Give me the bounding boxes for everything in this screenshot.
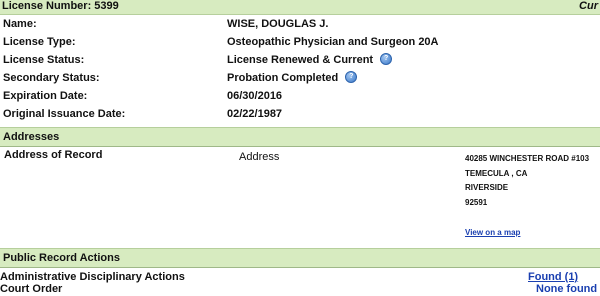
address-zip: 92591 [465,198,488,207]
detail-row-name: Name: WISE, DOUGLAS J. [0,15,600,33]
detail-label: Name: [3,18,37,30]
section-title: Addresses [3,131,60,143]
license-number: License Number: 5399 [2,0,119,12]
detail-value: WISE, DOUGLAS J. [227,18,329,30]
detail-value: Probation Completed [227,72,339,84]
detail-row-license-status: License Status: License Renewed & Curren… [0,51,600,69]
none-found-text: None found [536,283,598,295]
address-record-label: Address of Record [4,149,103,161]
action-label-court-order: Court Order [0,283,63,295]
detail-row-secondary-status: Secondary Status: Probation Completed? [0,69,600,87]
detail-value: Osteopathic Physician and Surgeon 20A [227,36,439,48]
address-type-label: Address [239,151,280,163]
help-question-icon[interactable]: ? [345,71,358,84]
detail-row-license-type: License Type: Osteopathic Physician and … [0,33,600,51]
detail-value: 02/22/1987 [227,108,283,120]
address-county: RIVERSIDE [465,183,509,192]
detail-row-issuance: Original Issuance Date: 02/22/1987 [0,105,600,123]
license-number-bar: License Number: 5399 Cur [0,0,600,15]
public-record-section-header: Public Record Actions [0,248,600,268]
detail-label: License Type: [3,36,76,48]
detail-label: Secondary Status: [3,72,100,84]
detail-label: Expiration Date: [3,90,88,102]
detail-label: License Status: [3,54,85,66]
detail-label: Original Issuance Date: [3,108,126,120]
help-question-icon[interactable]: ? [380,53,393,66]
address-street: 40285 WINCHESTER ROAD #103 [465,154,590,163]
detail-value: License Renewed & Current [227,54,374,66]
detail-row-expiration: Expiration Date: 06/30/2016 [0,87,600,105]
addresses-section-header: Addresses [0,127,600,147]
section-title: Public Record Actions [3,252,120,264]
detail-value-wrap: License Renewed & Current? [227,51,393,69]
view-on-map-link[interactable]: View on a map [465,228,520,238]
detail-value: 06/30/2016 [227,90,283,102]
address-city-state: TEMECULA , CA [465,169,528,178]
detail-value-wrap: Probation Completed? [227,69,358,87]
current-date-label: Cur [579,0,598,12]
